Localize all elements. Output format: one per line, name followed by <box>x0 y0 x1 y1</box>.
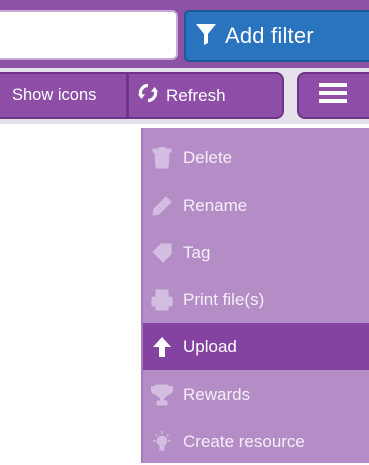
menu-item-label: Upload <box>183 336 237 356</box>
menu-item-tag[interactable]: Tag <box>143 229 369 276</box>
menu-item-label: Print file(s) <box>183 289 265 309</box>
actions-dropdown-menu: Delete Rename Tag Print file(s) Upload R… <box>141 128 369 463</box>
menu-item-label: Tag <box>183 242 211 262</box>
menu-item-rename[interactable]: Rename <box>143 182 369 229</box>
refresh-button[interactable]: Refresh <box>128 72 284 119</box>
add-filter-button[interactable]: Add filter <box>184 10 369 62</box>
trash-icon <box>149 145 175 171</box>
menu-item-upload[interactable]: Upload <box>143 323 369 370</box>
menu-item-label: Delete <box>183 147 233 167</box>
menu-item-create-resource[interactable]: Create resource <box>143 418 369 465</box>
hamburger-icon <box>319 82 347 109</box>
show-icons-button[interactable]: Show icons <box>0 72 128 119</box>
printer-icon <box>149 287 175 313</box>
pencil-icon <box>149 193 175 219</box>
menu-item-label: Rewards <box>183 384 251 404</box>
refresh-icon <box>137 82 159 109</box>
add-filter-label: Add filter <box>225 23 314 48</box>
lightbulb-icon <box>149 429 175 455</box>
menu-item-rewards[interactable]: Rewards <box>143 371 369 418</box>
menu-item-delete[interactable]: Delete <box>143 134 369 181</box>
search-input[interactable] <box>0 10 178 60</box>
menu-item-label: Rename <box>183 195 248 215</box>
arrow-up-icon <box>149 334 175 360</box>
menu-toggle-button[interactable] <box>297 72 369 119</box>
refresh-label: Refresh <box>166 85 226 105</box>
filter-icon <box>195 22 217 51</box>
show-icons-label: Show icons <box>12 86 97 104</box>
tag-icon <box>149 240 175 266</box>
menu-item-label: Create resource <box>183 431 305 451</box>
trophy-icon <box>149 382 175 408</box>
menu-item-print[interactable]: Print file(s) <box>143 276 369 323</box>
